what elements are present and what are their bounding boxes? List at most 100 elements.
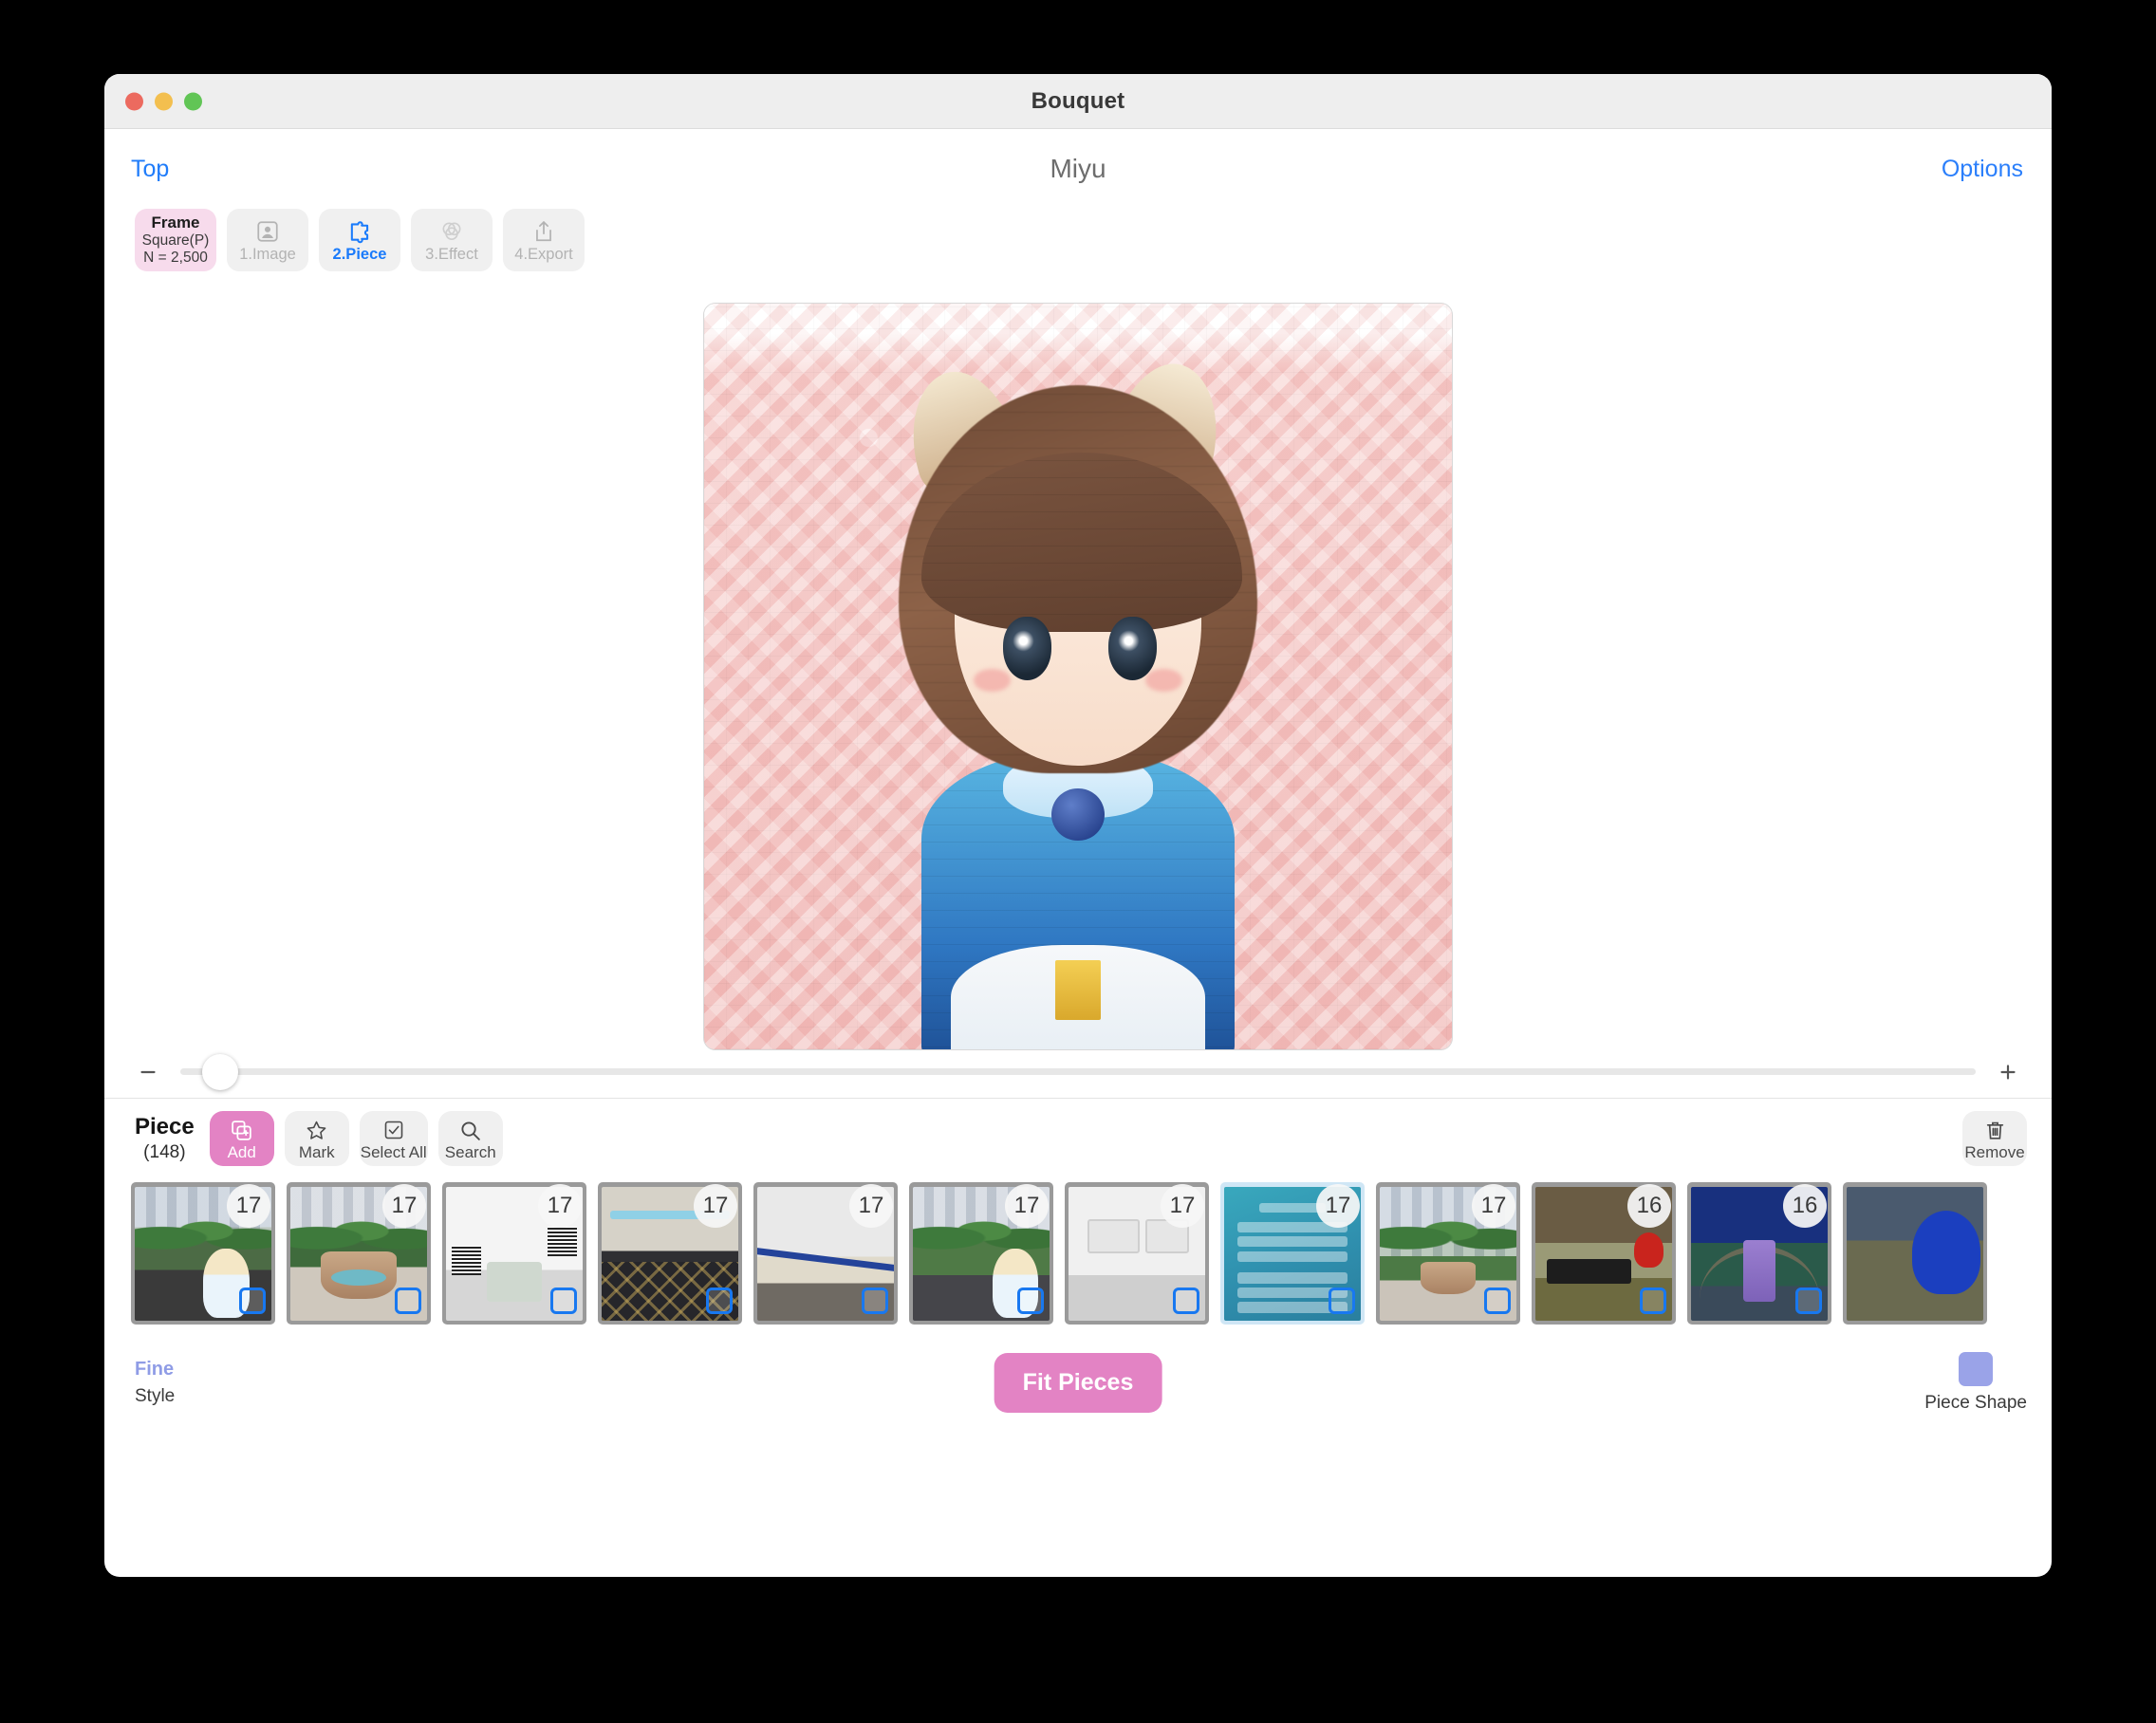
style-label: Style — [135, 1386, 176, 1406]
piece-shape-label: Piece Shape — [1924, 1392, 2027, 1413]
mark-button[interactable]: Mark — [284, 1111, 349, 1166]
piece-toolbar: Piece (148) Add Mark Select All Search R… — [104, 1099, 2052, 1178]
search-button[interactable]: Search — [437, 1111, 503, 1166]
mosaic-canvas[interactable] — [703, 303, 1453, 1050]
window-title: Bouquet — [1031, 87, 1125, 114]
character-eye-left — [1003, 617, 1052, 680]
zoom-slider-bar — [104, 1046, 2052, 1099]
remove-label: Remove — [1964, 1142, 2025, 1161]
zoom-in-icon[interactable] — [1989, 1060, 2027, 1084]
zoom-slider-track[interactable] — [180, 1053, 1976, 1090]
checkbox-icon — [382, 1118, 405, 1143]
close-window-icon[interactable] — [125, 92, 143, 110]
list-item[interactable]: 17 — [1065, 1182, 1209, 1325]
list-item[interactable]: 17 — [753, 1182, 898, 1325]
piece-select-checkbox[interactable] — [862, 1288, 888, 1314]
character-eye-right — [1107, 617, 1157, 680]
piece-select-checkbox[interactable] — [1795, 1288, 1822, 1314]
list-item[interactable]: 17 — [598, 1182, 742, 1325]
piece-select-checkbox[interactable] — [550, 1288, 577, 1314]
mark-label: Mark — [298, 1142, 335, 1161]
piece-use-count-badge: 17 — [694, 1184, 737, 1228]
piece-shape-setting[interactable]: Piece Shape — [1924, 1351, 2027, 1414]
list-item[interactable]: 17 — [131, 1182, 275, 1325]
scene-qr-code — [547, 1227, 578, 1257]
search-icon — [458, 1118, 482, 1143]
scene-pillar — [1742, 1240, 1776, 1303]
step-toolbar: Frame Square(P) N = 2,500 1.Image 2.Piec… — [104, 209, 2052, 281]
step-label-effect: 3.Effect — [425, 245, 478, 263]
list-item[interactable]: 17 — [287, 1182, 431, 1325]
piece-thumbnail-image — [1847, 1187, 1983, 1321]
frame-chip-title: Frame — [151, 213, 200, 232]
step-label-export: 4.Export — [514, 245, 573, 263]
remove-button[interactable]: Remove — [1962, 1111, 2027, 1166]
back-to-top-link[interactable]: Top — [131, 156, 169, 183]
piece-toolbar-title: Piece — [135, 1114, 195, 1140]
list-item[interactable]: 17 — [909, 1182, 1053, 1325]
select-all-label: Select All — [360, 1142, 427, 1161]
frame-info-chip[interactable]: Frame Square(P) N = 2,500 — [135, 209, 216, 271]
add-piece-label: Add — [227, 1142, 256, 1161]
style-value: Fine — [135, 1359, 175, 1380]
zoom-slider-thumb[interactable] — [201, 1053, 238, 1090]
traffic-light-group — [125, 92, 202, 110]
piece-use-count-badge: 17 — [227, 1184, 270, 1228]
list-item[interactable] — [1843, 1182, 1987, 1325]
piece-use-count-badge: 17 — [1005, 1184, 1049, 1228]
scene-ui-row — [1237, 1251, 1348, 1262]
style-setting[interactable]: Fine Style — [135, 1360, 175, 1405]
step-button-export[interactable]: 4.Export — [503, 209, 585, 271]
piece-select-checkbox[interactable] — [1640, 1288, 1666, 1314]
step-button-effect[interactable]: 3.Effect — [411, 209, 493, 271]
fit-pieces-button[interactable]: Fit Pieces — [994, 1352, 1162, 1413]
piece-thumbnail-strip[interactable]: 17 17 17 17 17 17 17 17 17 16 16 — [104, 1178, 2052, 1330]
scene-ui-row — [1237, 1272, 1348, 1284]
character-blush-left — [973, 669, 1012, 692]
piece-select-checkbox[interactable] — [239, 1288, 266, 1314]
star-icon — [305, 1118, 328, 1143]
list-item[interactable]: 17 — [442, 1182, 586, 1325]
list-item[interactable]: 17 — [1220, 1182, 1365, 1325]
minimize-window-icon[interactable] — [155, 92, 173, 110]
zoom-window-icon[interactable] — [184, 92, 202, 110]
list-item[interactable]: 16 — [1532, 1182, 1676, 1325]
piece-select-checkbox[interactable] — [1173, 1288, 1199, 1314]
piece-use-count-badge: 17 — [382, 1184, 426, 1228]
portrait-icon — [255, 218, 280, 245]
piece-select-checkbox[interactable] — [395, 1288, 421, 1314]
search-label: Search — [444, 1142, 496, 1161]
step-button-image[interactable]: 1.Image — [227, 209, 308, 271]
step-button-piece[interactable]: 2.Piece — [319, 209, 400, 271]
list-item[interactable]: 17 — [1376, 1182, 1520, 1325]
page-title: Miyu — [1050, 154, 1106, 183]
share-export-icon — [531, 218, 556, 245]
desktop-background: Bouquet Top Miyu Options Frame Square(P)… — [0, 0, 2156, 1723]
piece-select-checkbox[interactable] — [706, 1288, 733, 1314]
scene-frame — [1087, 1218, 1140, 1254]
venn-circles-icon — [439, 218, 464, 245]
character-blush-right — [1144, 669, 1183, 692]
scene-blue-object — [1912, 1211, 1981, 1294]
piece-use-count-badge: 17 — [1316, 1184, 1360, 1228]
piece-use-count-badge: 16 — [1627, 1184, 1671, 1228]
step-label-image: 1.Image — [239, 245, 296, 263]
puzzle-piece-icon — [347, 218, 373, 245]
list-item[interactable]: 16 — [1687, 1182, 1831, 1325]
trash-icon — [1983, 1118, 2007, 1143]
scene-wall-stripe — [757, 1247, 894, 1273]
frame-chip-shape: Square(P) — [141, 232, 210, 249]
select-all-button[interactable]: Select All — [359, 1111, 428, 1166]
piece-shape-swatch-icon[interactable] — [1959, 1351, 1994, 1386]
piece-select-checkbox[interactable] — [1484, 1288, 1511, 1314]
character-brooch — [1051, 787, 1105, 841]
options-button[interactable]: Options — [1942, 156, 2023, 183]
character-gold-accent — [1055, 959, 1101, 1020]
scene-poster — [487, 1261, 542, 1303]
add-piece-button[interactable]: Add — [209, 1111, 274, 1166]
piece-select-checkbox[interactable] — [1017, 1288, 1044, 1314]
step-label-piece: 2.Piece — [332, 245, 387, 263]
zoom-out-icon[interactable] — [129, 1060, 167, 1084]
piece-select-checkbox[interactable] — [1329, 1288, 1355, 1314]
add-photo-icon — [230, 1118, 253, 1143]
